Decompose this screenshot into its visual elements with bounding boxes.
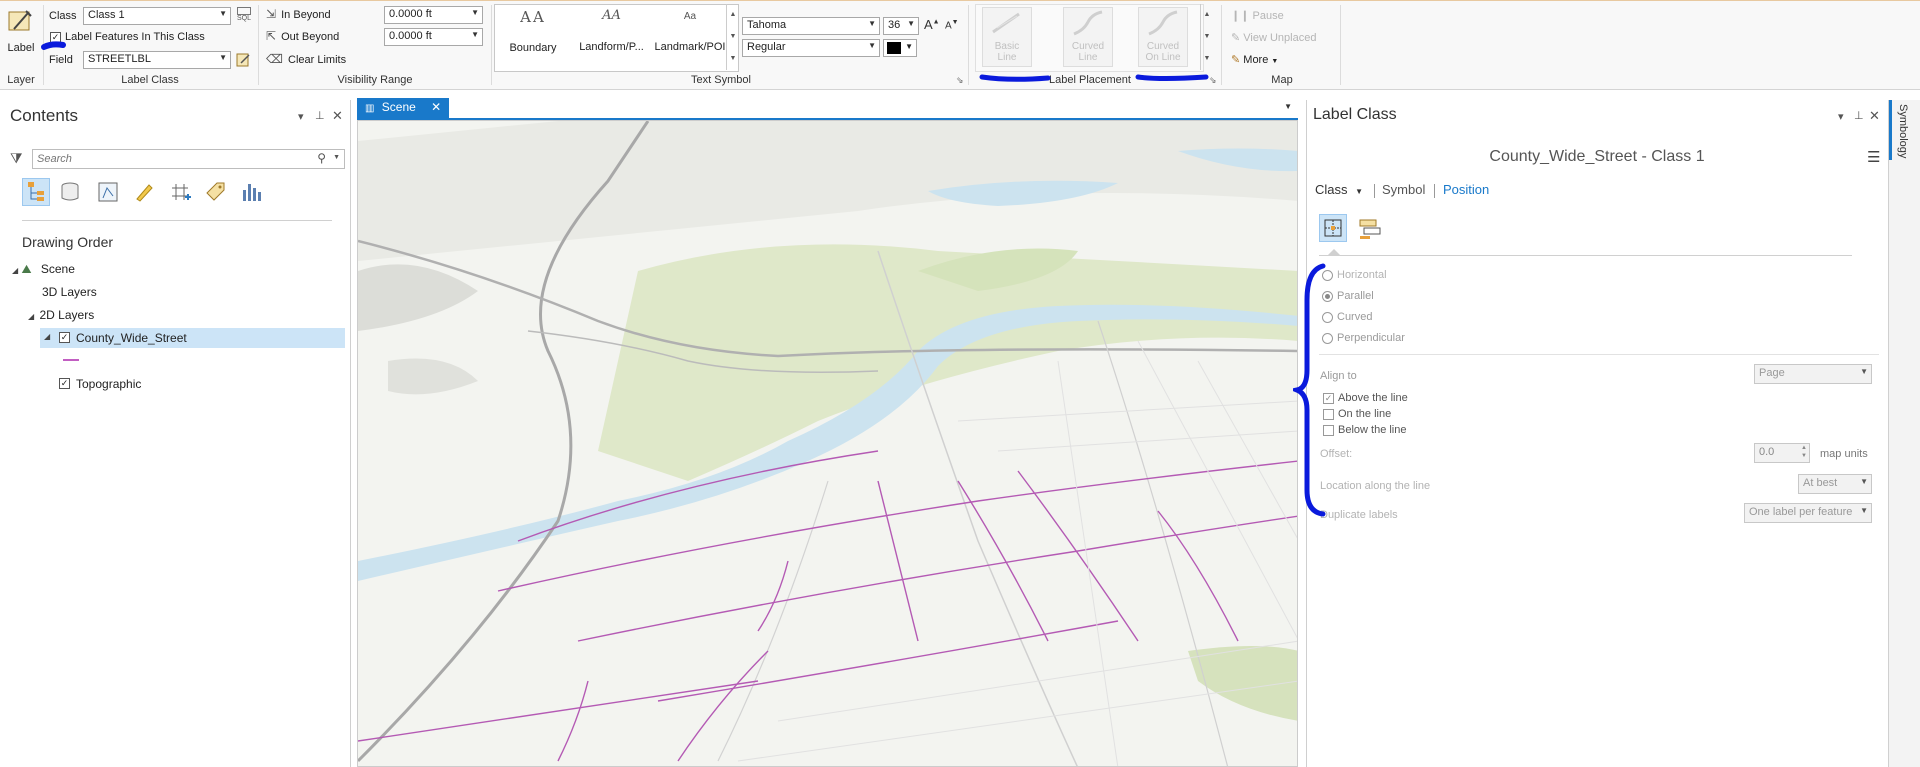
below-line-label: Below the line: [1338, 424, 1407, 436]
tab-list-icon[interactable]: ▼: [1284, 102, 1292, 111]
label-class-title: Label Class: [1313, 106, 1397, 123]
annotation-brace: [1293, 263, 1326, 517]
chevron-down-icon[interactable]: ▼: [333, 154, 340, 161]
pin-icon[interactable]: ⊥: [315, 109, 325, 122]
annotation-mark-curved-on-line: [1135, 74, 1209, 81]
symbology-tab-label: Symbology: [1897, 104, 1909, 159]
tree-item-topographic[interactable]: ✓ Topographic: [40, 374, 240, 394]
tab-divider: [1374, 184, 1375, 198]
list-by-editing-icon[interactable]: [132, 180, 156, 207]
list-by-selection-icon[interactable]: [96, 180, 120, 207]
pin-icon[interactable]: ⊥: [1854, 109, 1864, 122]
tab-divider: [1434, 184, 1435, 198]
filter-icon[interactable]: ⧩: [10, 150, 23, 167]
label-class-pane: Label Class ▾ ⊥ ✕ County_Wide_Street - C…: [1293, 100, 1887, 767]
location-value: At best: [1803, 477, 1838, 489]
tab-position[interactable]: Position: [1443, 182, 1489, 197]
offset-units: map units: [1820, 448, 1868, 460]
annotation-mark-basic-line: [979, 74, 1051, 82]
tree-item-label: 3D Layers: [42, 285, 97, 299]
pane-options-icon[interactable]: ▾: [1838, 110, 1844, 123]
annotation-mark-checkbox: [41, 41, 66, 50]
close-icon[interactable]: ✕: [1869, 108, 1880, 124]
scene-map[interactable]: [358, 121, 1298, 767]
list-by-labeling-icon[interactable]: [204, 180, 228, 207]
hamburger-menu-icon[interactable]: ☰: [1867, 148, 1880, 166]
collapse-icon[interactable]: ◢: [12, 266, 18, 275]
section-divider: [1319, 354, 1879, 355]
conflict-resolution-subtab-button[interactable]: [1357, 216, 1383, 243]
close-icon[interactable]: ✕: [431, 100, 441, 114]
tree-item-scene[interactable]: ◢ ⛰ Scene: [12, 262, 75, 277]
list-by-drawing-order-icon[interactable]: [22, 178, 50, 206]
collapse-icon[interactable]: ◢: [44, 332, 50, 341]
tab-class[interactable]: Class ▼: [1315, 182, 1363, 197]
search-box[interactable]: ⚲ ▼: [32, 149, 345, 169]
close-icon[interactable]: ✕: [332, 108, 343, 124]
radio-perpendicular-label: Perpendicular: [1337, 332, 1405, 344]
drawing-order-heading: Drawing Order: [22, 234, 114, 250]
chevron-down-icon: ▼: [1860, 367, 1868, 376]
placement-icon: [1324, 219, 1342, 237]
scene-icon: ⛰: [21, 262, 32, 276]
placement-subtab-button[interactable]: [1319, 214, 1347, 242]
street-symbol-swatch[interactable]: [63, 359, 79, 361]
label-class-subtitle: County_Wide_Street - Class 1: [1489, 148, 1705, 165]
tree-item-label: Topographic: [76, 377, 142, 391]
tree-item-label: Scene: [40, 262, 75, 276]
pane-options-icon[interactable]: ▾: [298, 110, 304, 123]
scene-tab-icon: ▥: [365, 103, 375, 114]
list-by-source-icon[interactable]: [58, 180, 82, 207]
contents-pane: Contents ▾ ⊥ ✕ ⧩ ⚲ ▼ Drawing Order ◢ ⛰ S…: [0, 100, 351, 767]
contents-title: Contents: [10, 106, 79, 125]
chevron-down-icon: ▼: [1355, 187, 1364, 196]
symbology-side-tab[interactable]: Symbology: [1888, 100, 1920, 767]
collapse-icon[interactable]: ◢: [28, 312, 34, 321]
radio-parallel-label: Parallel: [1337, 290, 1374, 302]
conflict-icon: [1359, 219, 1381, 239]
offset-input[interactable]: 0.0 ▲ ▼: [1754, 443, 1810, 463]
tree-item-county-wide-street[interactable]: ◢ ✓ County_Wide_Street: [40, 328, 345, 348]
map-view[interactable]: [357, 120, 1298, 767]
align-to-dropdown[interactable]: Page ▼: [1754, 364, 1872, 384]
on-line-label: On the line: [1338, 408, 1392, 420]
chevron-down-icon: ▼: [1860, 506, 1868, 515]
location-label: Location along the line: [1320, 480, 1431, 492]
stepper-icon[interactable]: ▲ ▼: [1801, 444, 1807, 460]
tree-item-label: 2D Layers: [39, 308, 95, 322]
search-input[interactable]: [33, 150, 299, 168]
duplicate-value: One label per feature: [1749, 506, 1853, 518]
chevron-down-icon: ▼: [1860, 477, 1868, 486]
align-to-value: Page: [1759, 367, 1785, 379]
offset-value: 0.0: [1759, 446, 1775, 458]
annotation-marks: [41, 41, 1209, 82]
layer-visibility-checkbox[interactable]: ✓: [59, 332, 70, 343]
tab-scene[interactable]: ▥ Scene ✕: [357, 98, 450, 118]
subtab-pointer: [1328, 249, 1340, 255]
radio-curved-label: Curved: [1337, 311, 1373, 323]
above-line-label: Above the line: [1338, 392, 1408, 404]
layer-visibility-checkbox[interactable]: ✓: [59, 378, 70, 389]
duplicate-dropdown[interactable]: One label per feature ▼: [1744, 503, 1872, 523]
toolbar-divider: [22, 220, 332, 221]
tree-item-label: County_Wide_Street: [76, 331, 187, 345]
list-by-charts-icon[interactable]: [240, 180, 264, 207]
tree-item-2d-layers[interactable]: ◢ 2D Layers: [28, 308, 94, 322]
tab-symbol[interactable]: Symbol: [1382, 182, 1425, 197]
side-tab-indicator: [1889, 100, 1892, 160]
map-tab-strip: ▥ Scene ✕ ▼: [357, 98, 1298, 120]
tab-scene-label: Scene: [381, 100, 416, 114]
list-by-snapping-icon[interactable]: [168, 180, 192, 207]
location-dropdown[interactable]: At best ▼: [1798, 474, 1872, 494]
tab-class-label: Class: [1315, 182, 1348, 197]
search-icon[interactable]: ⚲: [317, 151, 326, 165]
subtab-underline: [1319, 255, 1852, 256]
tree-item-3d-layers[interactable]: 3D Layers: [42, 285, 97, 299]
radio-horizontal-label: Horizontal: [1337, 269, 1387, 281]
